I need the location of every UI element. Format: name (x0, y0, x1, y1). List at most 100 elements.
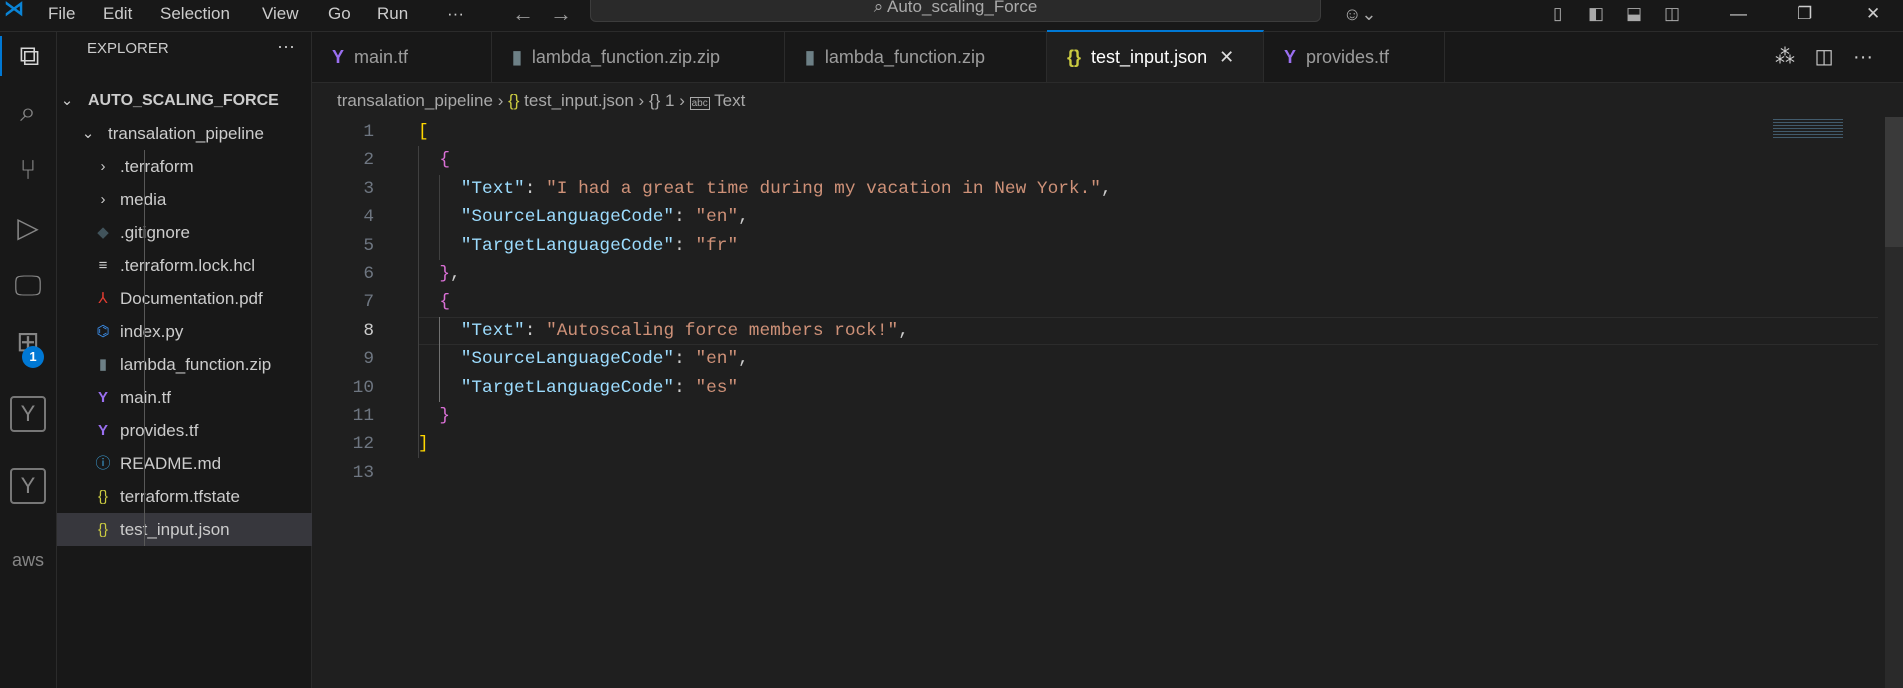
tree-item-label: index.py (120, 322, 184, 341)
tree-item[interactable]: Ymain.tf (57, 381, 312, 414)
object-icon: {} (648, 91, 661, 110)
tree-item[interactable]: ▮ lambda_function.zip (57, 348, 312, 381)
explorer-icon[interactable]: ⧉ (0, 36, 57, 76)
code-token: , (738, 349, 749, 370)
code-token: , (738, 207, 749, 228)
line-number: 5 (363, 235, 374, 256)
tree-item[interactable]: ≡ .terraform.lock.hcl (57, 249, 312, 282)
code-editor[interactable]: 1 [2 {3 "Text": "I had a great time durin… (312, 118, 1903, 688)
breadcrumb-field[interactable]: Text (714, 91, 745, 110)
restore-button[interactable]: ❐ (1797, 0, 1812, 28)
code-token: } (439, 406, 451, 426)
close-window-button[interactable]: ✕ (1866, 0, 1880, 28)
tree-item[interactable]: › .terraform (57, 150, 312, 183)
tree-item-label: provides.tf (120, 421, 199, 440)
close-tab-icon[interactable]: ✕ (1219, 47, 1234, 67)
tree-item-label: test_input.json (120, 520, 230, 539)
toggle-panel-icon[interactable]: ⬓ (1626, 0, 1642, 28)
code-token: , (1100, 178, 1112, 199)
code-token: : (524, 178, 547, 199)
tab-provides-tf[interactable]: Yprovides.tf (1264, 32, 1445, 83)
zip-file-icon: ▮ (98, 356, 108, 373)
code-token: "Text" (460, 320, 525, 341)
tree-item[interactable]: {} test_input.json (57, 513, 312, 546)
tree-item[interactable]: {} terraform.tfstate (57, 480, 312, 513)
tab-label: lambda_function.zip (824, 47, 986, 67)
tree-item[interactable]: ⌄ transalation_pipeline (57, 117, 312, 150)
tree-item[interactable]: ⓘ README.md (57, 447, 312, 480)
menu-run[interactable]: Run (377, 0, 408, 28)
tab-main-tf[interactable]: Ymain.tf (312, 32, 492, 83)
code-line: } (418, 402, 450, 430)
code-token: : (674, 349, 696, 370)
command-center-search[interactable]: ⌕ Auto_scaling_Force (590, 0, 1321, 22)
tab-lambda-function-zip[interactable]: ▮ lambda_function.zip (785, 32, 1047, 83)
line-number: 7 (363, 292, 374, 313)
menu-more[interactable]: ··· (447, 0, 464, 28)
menu-go[interactable]: Go (328, 0, 351, 28)
copilot-icon[interactable]: ☺⌄ (1343, 0, 1376, 28)
breadcrumb-node[interactable]: 1 (665, 91, 674, 110)
tab-test-input-json[interactable]: {} test_input.json ✕ (1047, 30, 1264, 82)
line-number: 10 (352, 377, 374, 398)
json-file-icon: {} (97, 488, 109, 505)
explorer-more-button[interactable]: ··· (277, 36, 295, 57)
back-button[interactable]: ← (512, 0, 534, 28)
code-token: , (450, 264, 461, 284)
tab-lambda-function-zip-zip[interactable]: ▮ lambda_function.zip.zip (492, 32, 785, 83)
menu-edit[interactable]: Edit (103, 0, 132, 28)
search-icon[interactable]: ⌕ (8, 92, 48, 132)
run-debug-icon[interactable]: ▷ (8, 208, 48, 248)
code-token: : (674, 377, 696, 398)
code-line: [ (418, 118, 429, 146)
minimize-button[interactable]: — (1730, 0, 1747, 28)
code-line: "TargetLanguageCode": "fr" (418, 232, 738, 260)
open-changes-icon[interactable]: ⁂ (1775, 46, 1795, 68)
tree-item-label: .gitignore (120, 223, 190, 242)
code-token: "SourceLanguageCode" (460, 207, 675, 228)
tree-item[interactable]: Yprovides.tf (57, 414, 312, 447)
line-number: 2 (363, 150, 374, 171)
remote-explorer-icon[interactable]: 🖵 (8, 266, 48, 306)
menu-view[interactable]: View (262, 0, 299, 28)
explorer-title: EXPLORER (87, 40, 169, 57)
forward-button[interactable]: → (550, 0, 572, 28)
source-control-icon[interactable]: ⑂ (8, 150, 48, 190)
terraform-cloud-icon[interactable]: Y (10, 468, 46, 504)
json-file-icon: {} (1067, 47, 1082, 67)
breadcrumb-folder[interactable]: transalation_pipeline (337, 91, 493, 110)
extensions-icon[interactable]: ⊞ 1 (8, 322, 48, 368)
more-actions-icon[interactable]: ··· (1853, 46, 1873, 68)
terraform-icon[interactable]: Y (10, 396, 46, 432)
code-token: { (439, 150, 451, 171)
indent-guide (439, 175, 440, 260)
vertical-scrollbar[interactable] (1885, 117, 1903, 247)
split-editor-icon[interactable]: ◫ (1815, 46, 1834, 68)
menu-file[interactable]: File (48, 0, 75, 28)
menu-selection[interactable]: Selection (160, 0, 230, 28)
tree-item[interactable]: ›media (57, 183, 312, 216)
code-line: "Text": "Autoscaling force members rock!… (418, 317, 909, 345)
chevron-right-icon: › (497, 91, 509, 110)
tree-item-label: Documentation.pdf (120, 289, 263, 308)
toggle-secondary-sidebar-icon[interactable]: ◫ (1664, 0, 1680, 28)
zip-file-icon: ▮ (512, 47, 522, 67)
json-file-icon: {} (508, 91, 520, 110)
code-line: ] (418, 430, 429, 458)
search-icon: ⌕ (873, 0, 888, 16)
chevron-right-icon: › (679, 91, 690, 110)
tree-item[interactable]: ◆ .gitignore (57, 216, 312, 249)
workspace-root[interactable]: ⌄ AUTO_SCALING_FORCE (57, 84, 312, 117)
tree-item[interactable]: ⌬ index.py (57, 315, 312, 348)
breadcrumb-file[interactable]: test_input.json (524, 91, 634, 110)
aws-icon[interactable]: aws (8, 540, 48, 580)
customize-layout-icon[interactable]: ▯ (1553, 0, 1562, 28)
tree-item[interactable]: ⅄ Documentation.pdf (57, 282, 312, 315)
line-number: 6 (363, 264, 374, 284)
code-token: { (439, 292, 451, 313)
code-token: [ (418, 122, 429, 142)
code-token: "es" (695, 377, 739, 398)
toggle-sidebar-icon[interactable]: ◧ (1588, 0, 1604, 28)
breadcrumb: transalation_pipeline › {} test_input.js… (337, 88, 745, 114)
